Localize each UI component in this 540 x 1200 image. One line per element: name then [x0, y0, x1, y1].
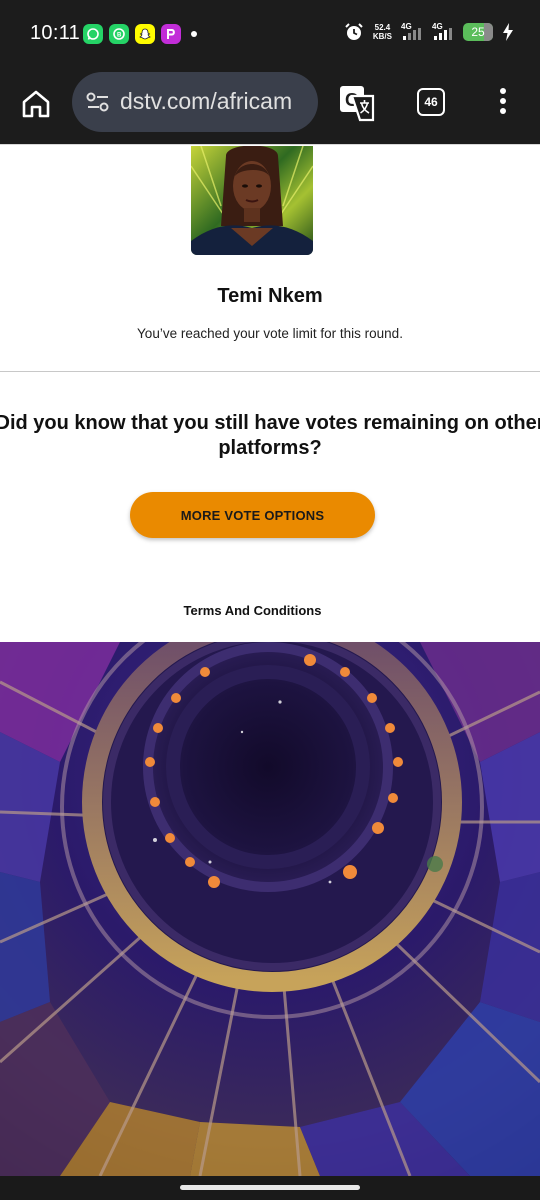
snapchat-icon	[135, 24, 155, 44]
site-settings-icon[interactable]	[86, 92, 110, 112]
system-navigation-bar	[0, 1176, 540, 1200]
eye-illustration	[0, 642, 540, 1176]
terms-and-conditions-link[interactable]: Terms And Conditions	[0, 603, 505, 618]
address-bar[interactable]: dstv.com/africam	[72, 72, 318, 132]
picsart-icon	[161, 24, 181, 44]
battery-level: 25	[471, 25, 485, 39]
gesture-handle[interactable]	[180, 1185, 360, 1190]
translate-icon[interactable]: G	[338, 84, 376, 122]
signal-bars-icon	[434, 28, 452, 40]
contestant-portrait	[191, 146, 313, 255]
url-text[interactable]: dstv.com/africam	[120, 88, 310, 115]
more-vote-options-button[interactable]: MORE VOTE OPTIONS	[130, 492, 375, 538]
clock: 10:11	[30, 22, 81, 44]
remaining-votes-question: Did you know that you still have votes r…	[0, 411, 540, 461]
more-notifications-dot	[191, 31, 197, 37]
big-brother-eye-artwork	[0, 642, 540, 1176]
sim2-signal: 4G	[432, 22, 454, 42]
network-speed: 52.4 KB/S	[373, 23, 392, 41]
remaining-votes-question-line: Did you know that you still have votes r…	[0, 412, 540, 434]
network-speed-value: 52.4	[374, 23, 391, 32]
battery-indicator: 25	[463, 23, 493, 41]
network-speed-unit: KB/S	[372, 32, 392, 41]
tab-switcher-button[interactable]: 46	[417, 88, 445, 116]
system-indicators: 52.4 KB/S 4G 4G 25	[344, 22, 514, 42]
overflow-menu-icon[interactable]	[496, 88, 510, 118]
notification-icons: B	[83, 24, 197, 44]
status-bar: 10:11 B 52.4 KB/S 4G 4G 25	[0, 0, 540, 66]
vote-limit-message: You’ve reached your vote limit for this …	[137, 326, 403, 341]
svg-text:B: B	[117, 33, 122, 39]
charging-icon	[503, 23, 513, 41]
whatsapp-icon	[83, 24, 103, 44]
contestant-name: Temi Nkem	[217, 285, 323, 307]
signal-bars-icon	[403, 28, 421, 40]
whatsapp-business-icon: B	[109, 24, 129, 44]
sim1-signal: 4G	[401, 22, 423, 42]
alarm-icon	[345, 23, 363, 40]
remaining-votes-question-line: platforms?	[218, 437, 322, 459]
browser-toolbar: dstv.com/africam G 46	[0, 66, 540, 144]
contestant-photo	[191, 146, 313, 255]
vote-result-panel: Temi Nkem You’ve reached your vote limit…	[0, 144, 540, 643]
home-icon[interactable]	[20, 88, 52, 120]
section-divider	[0, 371, 540, 372]
